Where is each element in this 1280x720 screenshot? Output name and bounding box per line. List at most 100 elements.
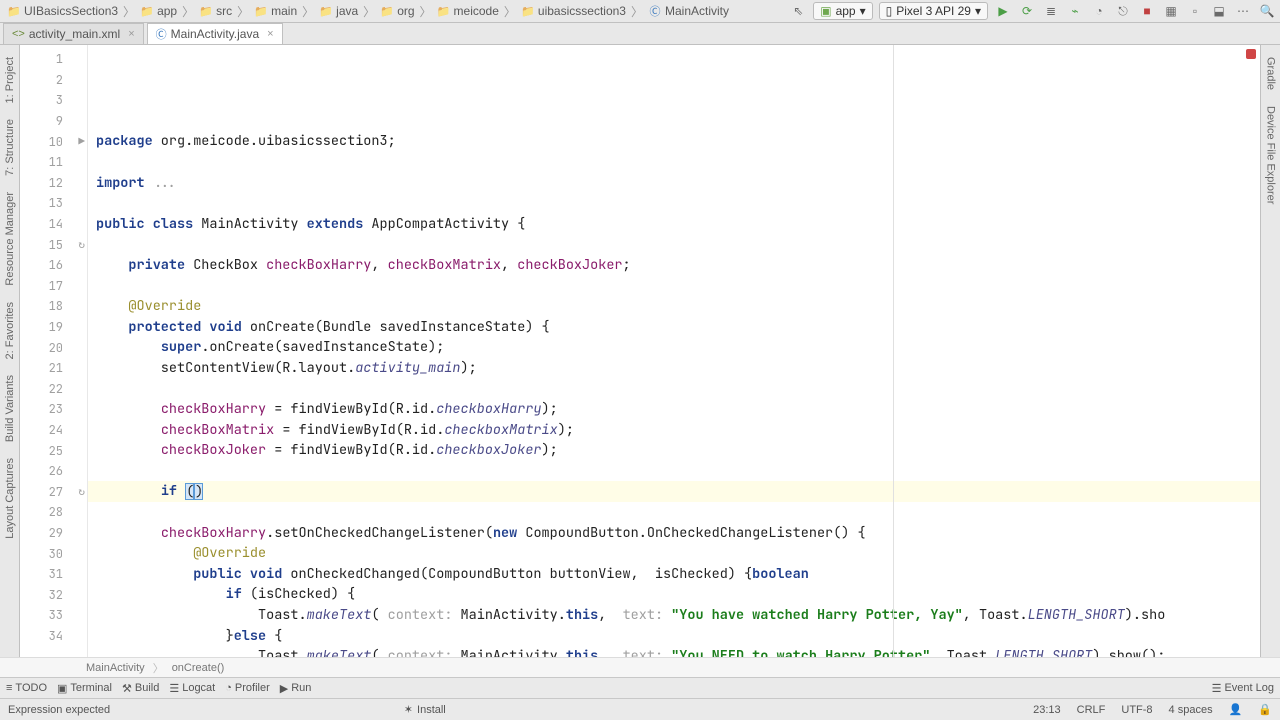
apply-code-icon[interactable]: ≣ [1042,2,1060,20]
search-icon[interactable]: 🔍 [1258,2,1276,20]
code-line[interactable] [88,379,1260,400]
stop-icon[interactable]: ■ [1138,2,1156,20]
code-line[interactable]: Toast.makeText( context: MainActivity.th… [88,605,1260,626]
close-icon[interactable]: × [128,28,134,40]
status-task: Install [417,704,446,716]
editor-tab[interactable]: <>activity_main.xml× [3,23,144,44]
code-line[interactable] [88,234,1260,255]
run-config-selector[interactable]: ▣ app ▾ [813,2,872,20]
tool-window-button[interactable]: ◔Profiler [225,682,270,694]
file-encoding[interactable]: UTF-8 [1121,704,1152,716]
inspection-icon[interactable]: 👤 [1229,703,1243,716]
code-line[interactable] [88,152,1260,173]
run-config-label: app [836,4,856,18]
class-icon: Ⓒ [156,26,167,42]
attach-icon[interactable]: ⎋ [1114,2,1132,20]
sdk-icon[interactable]: ⬓ [1210,2,1228,20]
tool-window-tab[interactable]: 7: Structure [4,115,16,180]
event-log-button[interactable]: ☰ Event Log [1212,682,1274,695]
code-line[interactable]: @Override [88,543,1260,564]
code-line[interactable]: }else { [88,626,1260,647]
code-line[interactable]: checkBoxHarry.setOnCheckedChangeListener… [88,523,1260,544]
breadcrumb-item[interactable]: app [137,4,180,18]
status-message: Expression expected [8,704,110,716]
code-line[interactable]: checkBoxMatrix = findViewById(R.id.check… [88,420,1260,441]
tool-window-button[interactable]: ▶Run [280,682,312,695]
tool-icon: ⚒ [122,682,132,695]
more-icon[interactable]: ⋯ [1234,2,1252,20]
tool-window-tab[interactable]: Layout Captures [4,454,16,543]
tool-window-button[interactable]: ⚒Build [122,682,159,695]
editor-breadcrumb[interactable]: MainActivity〉onCreate() [0,657,1280,677]
class-icon [648,4,662,18]
gutter-icon[interactable]: ▶ [78,135,85,149]
code-line[interactable]: private CheckBox checkBoxHarry, checkBox… [88,255,1260,276]
code-line[interactable]: package org.meicode.uibasicssection3; [88,131,1260,152]
tool-window-tab[interactable]: 2: Favorites [4,298,16,363]
tool-window-button[interactable]: ▣Terminal [57,682,112,695]
line-ending[interactable]: CRLF [1077,704,1106,716]
indent-setting[interactable]: 4 spaces [1169,704,1213,716]
close-icon[interactable]: × [267,28,273,40]
folder-icon [140,4,154,18]
debug-icon[interactable]: ⌁ [1066,2,1084,20]
sync-icon[interactable]: ▦ [1162,2,1180,20]
breadcrumb-item[interactable]: uibasicssection3 [518,4,629,18]
navigation-bar: UIBasicsSection3〉app〉src〉main〉java〉org〉m… [0,0,1280,23]
error-marker-icon[interactable] [1246,49,1256,59]
tool-window-button[interactable]: ☰Logcat [169,682,215,695]
apply-changes-icon[interactable]: ⟳ [1018,2,1036,20]
chevron-down-icon: ▾ [975,4,981,18]
gutter-icon[interactable]: ↻ [78,485,85,499]
tool-window-tab[interactable]: Gradle [1265,53,1277,94]
code-line[interactable] [88,502,1260,523]
status-bar: Expression expected ✶ Install 23:13 CRLF… [0,698,1280,720]
code-line[interactable]: setContentView(R.layout.activity_main); [88,358,1260,379]
lock-icon[interactable]: 🔒 [1258,703,1272,716]
code-line[interactable]: if (isChecked) { [88,584,1260,605]
breadcrumb-item[interactable]: meicode [434,4,502,18]
code-line[interactable]: checkBoxHarry = findViewById(R.id.checkb… [88,399,1260,420]
code-line[interactable]: super.onCreate(savedInstanceState); [88,337,1260,358]
breadcrumb-item[interactable]: onCreate() [172,662,225,674]
code-line[interactable]: if () [88,481,1260,502]
run-icon[interactable]: ▶ [994,2,1012,20]
breadcrumb-item[interactable]: UIBasicsSection3 [4,4,121,18]
code-line[interactable]: @Override [88,296,1260,317]
code-line[interactable]: Toast.makeText( context: MainActivity.th… [88,646,1260,657]
code-line[interactable]: checkBoxJoker = findViewById(R.id.checkb… [88,440,1260,461]
breadcrumb-item[interactable]: java [316,4,361,18]
breadcrumb-item[interactable]: src [196,4,235,18]
tool-window-tab[interactable]: Build Variants [4,371,16,446]
compass-icon[interactable]: ⇖ [789,2,807,20]
device-selector[interactable]: ▯ Pixel 3 API 29 ▾ [879,2,988,20]
gutter[interactable]: 123910▶1112131415↻1617181920212223242526… [20,45,88,657]
code-area[interactable]: package org.meicode.uibasicssection3; im… [88,45,1260,657]
code-line[interactable]: public void onCheckedChanged(CompoundBut… [88,564,1260,585]
tool-window-tab[interactable]: Device File Explorer [1265,102,1277,208]
folder-icon [254,4,268,18]
breadcrumb-item[interactable]: main [251,4,300,18]
tool-window-tab[interactable]: Resource Manager [4,188,16,290]
gutter-icon[interactable]: ↻ [78,238,85,252]
avd-icon[interactable]: ▫ [1186,2,1204,20]
code-line[interactable] [88,276,1260,297]
breadcrumb-item[interactable]: MainActivity [86,662,145,674]
editor-tab[interactable]: ⒸMainActivity.java× [147,23,283,44]
code-line[interactable]: public class MainActivity extends AppCom… [88,214,1260,235]
code-line[interactable] [88,193,1260,214]
tool-window-button[interactable]: ≡TODO [6,682,47,694]
breadcrumb[interactable]: UIBasicsSection3〉app〉src〉main〉java〉org〉m… [4,3,732,20]
code-line[interactable]: protected void onCreate(Bundle savedInst… [88,317,1260,338]
code-line[interactable] [88,461,1260,482]
breadcrumb-item[interactable]: MainActivity [645,4,732,18]
xml-icon: <> [12,28,25,40]
spinner-icon: ✶ [404,703,413,716]
code-line[interactable]: import ... [88,173,1260,194]
android-icon: ▣ [820,4,831,18]
tool-icon: ◔ [225,682,232,694]
tool-window-tab[interactable]: 1: Project [4,53,16,107]
cursor-position[interactable]: 23:13 [1033,704,1061,716]
profiler-icon[interactable]: ◔ [1090,2,1108,20]
breadcrumb-item[interactable]: org [377,4,417,18]
